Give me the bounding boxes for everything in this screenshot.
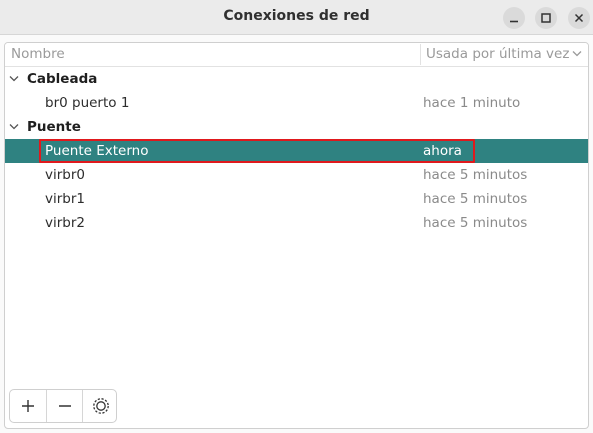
list-item[interactable]: virbr2 hace 5 minutos [5,211,588,235]
minimize-icon [510,20,518,23]
group-label: Puente [27,119,81,135]
column-divider[interactable] [420,44,421,65]
list-item[interactable]: virbr0 hace 5 minutos [5,163,588,187]
connection-last-used: hace 5 minutos [423,167,528,183]
connection-name: br0 puerto 1 [45,95,130,111]
group-row-puente[interactable]: Puente [5,115,588,139]
connection-name: virbr1 [45,191,85,207]
list-item-selected[interactable]: Puente Externo ahora [5,139,588,163]
connection-last-used: hace 5 minutos [423,215,528,231]
maximize-icon [541,13,551,23]
connection-last-used: hace 1 minuto [423,95,521,111]
group-label: Cableada [27,71,98,87]
edit-connection-button[interactable] [82,390,118,422]
connection-last-used: hace 5 minutos [423,191,528,207]
minimize-button[interactable] [503,7,525,29]
remove-connection-button[interactable] [46,390,82,422]
list-item[interactable]: br0 puerto 1 hace 1 minuto [5,91,588,115]
chevron-down-icon[interactable] [9,75,19,83]
connections-list-frame: Nombre Usada por última vez Cableada br0… [4,42,589,429]
gear-icon [93,398,109,414]
connection-name: virbr2 [45,215,85,231]
maximize-button[interactable] [535,7,557,29]
list-toolbar [9,389,117,423]
column-header-last-used[interactable]: Usada por última vez [426,43,569,66]
list-item[interactable]: virbr1 hace 5 minutos [5,187,588,211]
chevron-down-icon[interactable] [9,123,19,131]
minus-icon [59,405,71,407]
plus-icon [22,400,34,412]
connection-name: virbr0 [45,167,85,183]
list-header: Nombre Usada por última vez [5,43,588,67]
close-button[interactable] [568,7,590,29]
column-header-name[interactable]: Nombre [11,43,65,66]
close-icon [574,13,584,23]
group-row-cableada[interactable]: Cableada [5,67,588,91]
chevron-down-icon[interactable] [572,50,582,58]
add-connection-button[interactable] [10,390,46,422]
highlight-box [39,139,475,163]
title-bar: Conexiones de red [0,0,593,35]
